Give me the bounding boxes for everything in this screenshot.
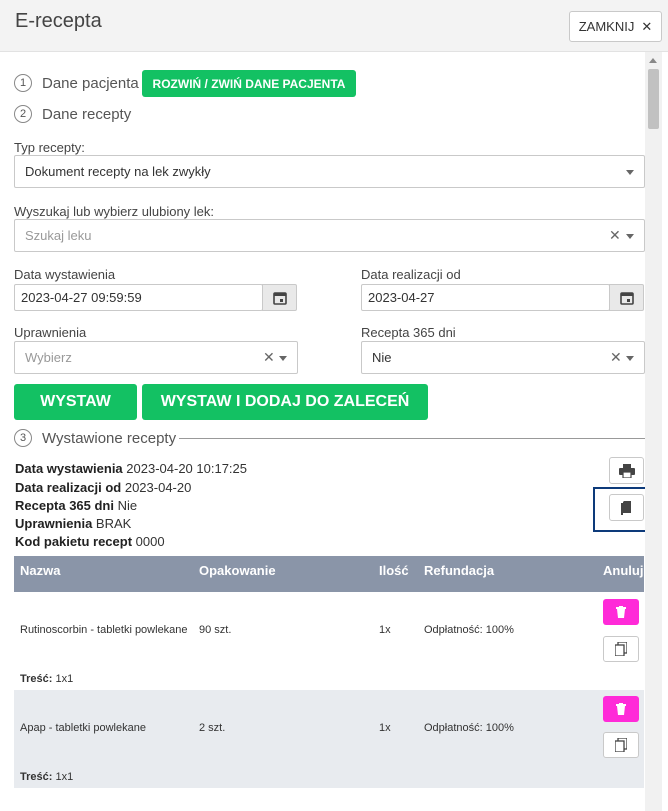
- step-label: Wystawione recepty: [42, 429, 177, 447]
- column-header-cancel: Anuluj: [603, 563, 644, 578]
- close-button-label: ZAMKNIJ: [578, 19, 635, 34]
- issued-realization-line: Data realizacji od 2023-04-20: [15, 480, 192, 495]
- step-number: 2: [14, 105, 32, 123]
- step-issued-prescriptions: 3 Wystawione recepty: [14, 429, 176, 447]
- step-prescription-data: 2 Dane recepty: [14, 105, 131, 123]
- issued-entitlements-line: Uprawnienia BRAK: [15, 516, 132, 531]
- drug-search-label: Wyszukaj lub wybierz ulubiony lek:: [14, 204, 215, 219]
- chevron-down-icon: [626, 170, 634, 175]
- document-icon: [620, 500, 631, 515]
- issue-date-label: Data wystawienia: [14, 267, 116, 282]
- cell-quantity: 1x: [379, 722, 391, 734]
- clear-icon[interactable]: ✕: [263, 349, 275, 366]
- table-row: Rutinoscorbin - tabletki powlekane 90 sz…: [14, 592, 644, 690]
- step-label: Dane recepty: [42, 105, 132, 123]
- chevron-down-icon[interactable]: [279, 356, 287, 361]
- prescription-type-select[interactable]: Dokument recepty na lek zwykły: [14, 155, 645, 188]
- drug-search-placeholder: Szukaj leku: [25, 228, 92, 243]
- copy-icon: [615, 642, 627, 656]
- realization-date-value: 2023-04-27: [368, 290, 435, 305]
- prescription-365-label: Recepta 365 dni: [361, 325, 456, 340]
- chevron-down-icon[interactable]: [626, 234, 634, 239]
- column-header-refund: Refundacja: [424, 563, 495, 578]
- vertical-scrollbar[interactable]: [645, 52, 662, 811]
- calendar-icon: [619, 291, 634, 305]
- column-header-name: Nazwa: [20, 563, 61, 578]
- table-row: Apap - tabletki powlekane 2 szt. 1x Odpł…: [14, 690, 644, 788]
- cell-content: Treść: 1x1: [20, 771, 74, 783]
- cell-refund: Odpłatność: 100%: [424, 624, 514, 636]
- prescription-365-select[interactable]: Nie ✕: [361, 341, 645, 374]
- clear-icon[interactable]: ✕: [610, 349, 622, 366]
- cell-name: Apap - tabletki powlekane: [20, 722, 146, 734]
- issue-date-input[interactable]: 2023-04-27 09:59:59: [14, 284, 263, 311]
- cell-refund: Odpłatność: 100%: [424, 722, 514, 734]
- clear-icon[interactable]: ✕: [609, 227, 621, 244]
- issued-package-code-line: Kod pakietu recept 0000: [15, 534, 165, 549]
- trash-icon: [616, 703, 626, 715]
- cell-quantity: 1x: [379, 624, 391, 636]
- drug-search-input[interactable]: Szukaj leku ✕: [14, 219, 645, 252]
- copy-icon: [615, 738, 627, 752]
- cell-package: 90 szt.: [199, 624, 232, 636]
- issue-and-add-button[interactable]: WYSTAW I DODAJ DO ZALECEŃ: [142, 384, 428, 420]
- column-header-quantity: Ilość: [379, 563, 409, 578]
- print-button[interactable]: [609, 457, 644, 484]
- entitlements-select[interactable]: Wybierz ✕: [14, 341, 298, 374]
- modal-body: 1 Dane pacjenta ROZWIŃ / ZWIŃ DANE PACJE…: [0, 52, 668, 811]
- cell-package: 2 szt.: [199, 722, 226, 734]
- close-icon: ✕: [641, 18, 653, 34]
- column-header-package: Opakowanie: [199, 563, 276, 578]
- close-button[interactable]: ZAMKNIJ ✕: [569, 11, 662, 42]
- prescription-type-label: Typ recepty:: [14, 140, 85, 155]
- issued-365-line: Recepta 365 dni Nie: [15, 498, 138, 513]
- issued-date-line: Data wystawienia 2023-04-20 10:17:25: [15, 461, 247, 476]
- trash-icon: [616, 606, 626, 618]
- chevron-down-icon[interactable]: [626, 356, 634, 361]
- calendar-icon: [272, 291, 287, 305]
- copy-row-button[interactable]: [603, 636, 639, 662]
- section-divider: [179, 438, 645, 439]
- delete-button[interactable]: [603, 599, 639, 625]
- realization-date-calendar-button[interactable]: [609, 284, 644, 311]
- modal-title: E-recepta: [15, 10, 102, 32]
- realization-date-label: Data realizacji od: [361, 267, 461, 282]
- delete-button[interactable]: [603, 696, 639, 722]
- prescription-type-value: Dokument recepty na lek zwykły: [25, 164, 211, 179]
- issue-date-value: 2023-04-27 09:59:59: [21, 290, 142, 305]
- print-icon: [618, 463, 635, 478]
- copy-row-button[interactable]: [603, 732, 639, 758]
- copy-prescription-button[interactable]: [609, 494, 644, 521]
- modal-header: E-recepta ZAMKNIJ ✕: [0, 0, 668, 52]
- cell-content: Treść: 1x1: [20, 673, 74, 685]
- toggle-patient-data-button[interactable]: ROZWIŃ / ZWIŃ DANE PACJENTA: [142, 70, 356, 97]
- entitlements-label: Uprawnienia: [14, 325, 87, 340]
- prescription-365-value: Nie: [372, 350, 392, 365]
- e-recepta-modal: E-recepta ZAMKNIJ ✕ 1 Dane pacjenta ROZW…: [0, 0, 668, 811]
- step-label: Dane pacjenta: [42, 74, 139, 92]
- issue-button[interactable]: WYSTAW: [14, 384, 137, 420]
- step-number: 1: [14, 74, 32, 92]
- step-patient-data: 1 Dane pacjenta: [14, 74, 139, 92]
- step-number: 3: [14, 429, 32, 447]
- table-header: Nazwa Opakowanie Ilość Refundacja Anuluj: [14, 556, 644, 592]
- entitlements-placeholder: Wybierz: [25, 350, 72, 365]
- scroll-thumb[interactable]: [648, 69, 659, 129]
- issue-date-calendar-button[interactable]: [262, 284, 297, 311]
- cell-name: Rutinoscorbin - tabletki powlekane: [20, 624, 188, 636]
- prescriptions-table: Nazwa Opakowanie Ilość Refundacja Anuluj…: [14, 556, 644, 788]
- scroll-up-icon[interactable]: [649, 58, 657, 63]
- realization-date-input[interactable]: 2023-04-27: [361, 284, 610, 311]
